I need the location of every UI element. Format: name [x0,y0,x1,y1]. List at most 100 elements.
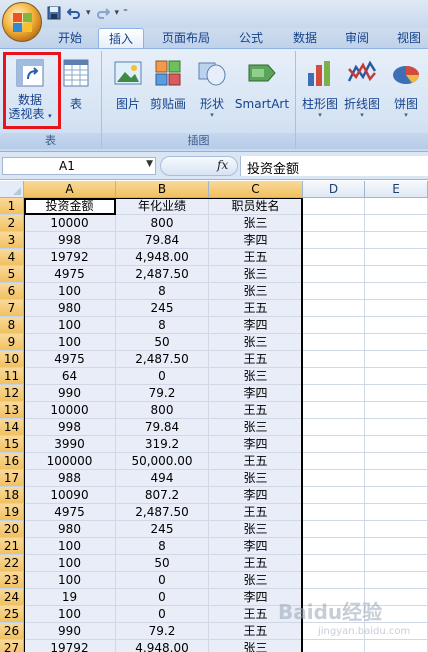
table-cell[interactable] [365,249,428,266]
column-header-c[interactable]: C [209,181,303,198]
table-cell[interactable]: 100 [24,334,116,351]
column-header-b[interactable]: B [116,181,209,198]
table-cell[interactable] [365,232,428,249]
tab-data[interactable]: 数据 [282,28,328,48]
table-cell[interactable]: 800 [116,215,209,232]
row-header[interactable]: 10 [0,351,24,368]
table-cell[interactable] [303,266,365,283]
table-cell[interactable]: 李四 [209,487,303,504]
row-header[interactable]: 7 [0,300,24,317]
row-header[interactable]: 12 [0,385,24,402]
table-cell[interactable] [365,504,428,521]
table-cell[interactable] [303,334,365,351]
tab-review[interactable]: 审阅 [334,28,380,48]
table-cell[interactable]: 张三 [209,266,303,283]
table-cell[interactable] [365,453,428,470]
line-chart-button[interactable]: 折线图 ▾ [342,57,382,119]
row-header[interactable]: 6 [0,283,24,300]
select-all-corner[interactable] [0,181,24,198]
table-cell[interactable] [365,385,428,402]
table-cell[interactable]: 张三 [209,470,303,487]
table-cell[interactable] [365,317,428,334]
table-cell[interactable]: 王五 [209,504,303,521]
table-cell[interactable]: 494 [116,470,209,487]
table-cell[interactable] [303,487,365,504]
table-cell[interactable] [303,215,365,232]
table-cell[interactable] [303,555,365,572]
table-cell[interactable]: 王五 [209,453,303,470]
column-header-a[interactable]: A [24,181,116,198]
row-header[interactable]: 5 [0,266,24,283]
row-header[interactable]: 18 [0,487,24,504]
row-header[interactable]: 24 [0,589,24,606]
name-box[interactable]: A1 ▼ [2,157,156,175]
table-cell[interactable]: 李四 [209,538,303,555]
table-cell[interactable]: 王五 [209,555,303,572]
table-cell[interactable]: 3990 [24,436,116,453]
table-cell[interactable]: 8 [116,317,209,334]
table-cell[interactable] [303,385,365,402]
table-cell[interactable]: 4975 [24,504,116,521]
shapes-button[interactable]: 形状 ▾ [194,57,230,119]
row-header[interactable]: 4 [0,249,24,266]
table-cell[interactable] [303,453,365,470]
table-cell[interactable]: 50 [116,334,209,351]
tab-view[interactable]: 视图 [388,28,428,48]
row-header[interactable]: 25 [0,606,24,623]
table-cell[interactable]: 10000 [24,402,116,419]
table-cell[interactable]: 2,487.50 [116,351,209,368]
table-cell[interactable] [365,300,428,317]
table-cell[interactable]: 100000 [24,453,116,470]
table-cell[interactable]: 998 [24,232,116,249]
table-cell[interactable] [365,470,428,487]
table-cell[interactable]: 50,000.00 [116,453,209,470]
table-cell[interactable]: 2,487.50 [116,504,209,521]
row-header[interactable]: 16 [0,453,24,470]
customize-icon[interactable]: ⁼ [123,8,128,18]
table-cell[interactable]: 19 [24,589,116,606]
undo-icon[interactable] [66,5,82,21]
table-cell[interactable]: 100 [24,283,116,300]
table-cell[interactable]: 988 [24,470,116,487]
table-cell[interactable] [365,572,428,589]
table-cell[interactable]: 0 [116,589,209,606]
table-cell[interactable]: 张三 [209,334,303,351]
row-header[interactable]: 11 [0,368,24,385]
table-cell[interactable]: 张三 [209,419,303,436]
row-header[interactable]: 26 [0,623,24,640]
table-cell[interactable] [303,317,365,334]
table-cell[interactable]: 王五 [209,351,303,368]
table-cell[interactable]: 990 [24,385,116,402]
table-cell[interactable] [303,436,365,453]
table-cell[interactable]: 79.2 [116,385,209,402]
table-cell[interactable]: 王五 [209,402,303,419]
table-cell[interactable]: 800 [116,402,209,419]
table-cell[interactable]: 4975 [24,266,116,283]
table-cell[interactable]: 张三 [209,521,303,538]
row-header[interactable]: 23 [0,572,24,589]
table-cell[interactable] [365,334,428,351]
table-cell[interactable] [365,555,428,572]
table-cell[interactable]: 79.2 [116,623,209,640]
tab-home[interactable]: 开始 [48,28,92,48]
table-cell[interactable] [303,538,365,555]
table-cell[interactable]: 4975 [24,351,116,368]
column-header-d[interactable]: D [303,181,365,198]
table-cell[interactable]: 10090 [24,487,116,504]
header-cell[interactable] [365,198,428,215]
table-cell[interactable]: 张三 [209,215,303,232]
table-cell[interactable] [365,419,428,436]
save-icon[interactable] [46,5,62,21]
table-cell[interactable]: 100 [24,538,116,555]
column-header-e[interactable]: E [365,181,428,198]
fx-icon[interactable]: fx [217,158,228,172]
row-header[interactable]: 14 [0,419,24,436]
table-cell[interactable]: 4,948.00 [116,640,209,652]
smartart-button[interactable]: SmartArt [234,57,290,111]
table-cell[interactable]: 8 [116,283,209,300]
table-cell[interactable]: 0 [116,606,209,623]
table-cell[interactable] [303,232,365,249]
table-cell[interactable] [303,283,365,300]
table-cell[interactable]: 李四 [209,232,303,249]
row-header[interactable]: 17 [0,470,24,487]
